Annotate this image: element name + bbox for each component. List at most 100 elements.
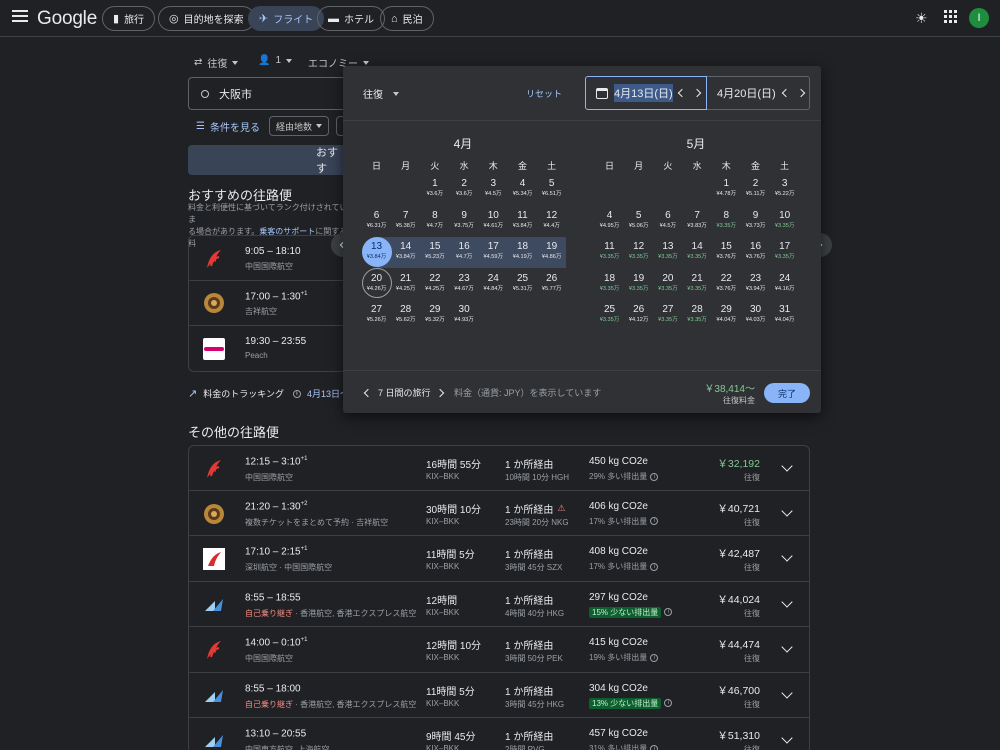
trip-type-select[interactable]: ⇄ 往復 xyxy=(194,55,239,70)
flight-row[interactable]: 12:15 – 3:10+1 中国国際航空 16時間 55分 KIX–BKK 1 か所経… xyxy=(188,445,810,491)
info-icon[interactable]: i xyxy=(650,562,659,571)
calendar-day[interactable]: 1 ¥3.6万 xyxy=(420,178,449,198)
calendar-day[interactable]: 19 ¥4.86万 xyxy=(537,241,566,261)
calendar-day[interactable]: 10 ¥4.61万 xyxy=(479,210,508,230)
calendar-day[interactable]: 28 ¥3.35万 xyxy=(683,304,712,324)
calendar-day[interactable]: 5 ¥5.06万 xyxy=(624,210,653,230)
chevron-right-icon[interactable] xyxy=(692,88,702,98)
reset-button[interactable]: リセット xyxy=(526,87,562,100)
calendar-day[interactable]: 28 ¥5.62万 xyxy=(391,304,420,324)
calendar-day[interactable]: 7 ¥3.83万 xyxy=(683,210,712,230)
info-icon[interactable]: i xyxy=(650,472,659,481)
flight-row[interactable]: 17:10 – 2:15+1 深圳航空 · 中国国際航空 11時間 5分 KIX–BK… xyxy=(188,536,810,582)
calendar-day[interactable]: 17 ¥3.35万 xyxy=(770,241,799,261)
calendar-day[interactable]: 22 ¥4.25万 xyxy=(420,273,449,293)
info-icon[interactable]: i xyxy=(650,653,659,662)
best-flight-row[interactable]: 17:00 – 1:30+1 吉祥航空 xyxy=(189,281,349,326)
nav-chip-4[interactable]: ⌂ 民泊 xyxy=(380,6,434,31)
flight-row[interactable]: 8:55 – 18:00 自己乗り継ぎ · 香港航空, 香港エクスプレス航空 11時… xyxy=(188,672,810,718)
expand-chevron-icon[interactable] xyxy=(781,732,793,744)
depart-date-field[interactable]: 4月13日(日) xyxy=(585,76,707,110)
calendar-day[interactable]: 27 ¥5.26万 xyxy=(362,304,391,324)
calendar-day[interactable]: 31 ¥4.04万 xyxy=(770,304,799,324)
flight-row[interactable]: 13:10 – 20:55 中国東方航空, 上海航空 9時間 45分 KIX–BKK 1… xyxy=(188,718,810,750)
calendar-day[interactable]: 16 ¥3.76万 xyxy=(741,241,770,261)
calendar-day[interactable]: 29 ¥4.04万 xyxy=(712,304,741,324)
stops-filter[interactable]: 経由地数 xyxy=(269,116,330,136)
calendar-day[interactable]: 15 ¥3.76万 xyxy=(712,241,741,261)
calendar-day[interactable]: 23 ¥4.67万 xyxy=(450,273,479,293)
picker-trip-type-select[interactable]: 往復 xyxy=(363,86,399,101)
calendar-day[interactable]: 20 ¥3.35万 xyxy=(653,273,682,293)
calendar-day[interactable]: 6 ¥4.5万 xyxy=(653,210,682,230)
done-button[interactable]: 完了 xyxy=(764,383,810,403)
calendar-day[interactable]: 11 ¥3.35万 xyxy=(595,241,624,261)
calendar-day[interactable]: 3 ¥4.5万 xyxy=(479,178,508,198)
calendar-day[interactable]: 26 ¥5.77万 xyxy=(537,273,566,293)
expand-chevron-icon[interactable] xyxy=(781,595,793,608)
calendar-day[interactable]: 24 ¥4.16万 xyxy=(770,273,799,293)
flight-row[interactable]: 14:00 – 0:10+1 中国国際航空 12時間 10分 KIX–BKK 1 か所経… xyxy=(188,627,810,673)
chevron-right-icon[interactable] xyxy=(796,88,806,98)
best-flight-row[interactable]: 9:05 – 18:10 中国国際航空 xyxy=(189,236,349,281)
return-date-field[interactable]: 4月20日(日) xyxy=(707,76,810,110)
calendar-day[interactable]: 8 ¥4.7万 xyxy=(420,210,449,230)
calendar-day[interactable]: 27 ¥3.35万 xyxy=(653,304,682,324)
calendar-day[interactable]: 20 ¥4.26万 xyxy=(362,273,391,293)
next-duration-icon[interactable] xyxy=(435,388,445,398)
prev-duration-icon[interactable] xyxy=(363,388,373,398)
calendar-day[interactable]: 8 ¥3.35万 xyxy=(712,210,741,230)
calendar-day[interactable]: 4 ¥4.95万 xyxy=(595,210,624,230)
calendar-day[interactable]: 21 ¥3.35万 xyxy=(683,273,712,293)
menu-icon[interactable] xyxy=(12,10,28,24)
best-flight-row[interactable]: 19:30 – 23:55 Peach xyxy=(189,326,349,371)
passengers-select[interactable]: 👤 1 xyxy=(258,55,293,66)
calendar-day[interactable]: 4 ¥5.34万 xyxy=(508,178,537,198)
explore-button[interactable]: おすす xyxy=(188,145,348,175)
apps-grid-icon[interactable] xyxy=(944,10,957,26)
calendar-day[interactable]: 24 ¥4.84万 xyxy=(479,273,508,293)
calendar-day[interactable]: 5 ¥6.51万 xyxy=(537,178,566,198)
expand-chevron-icon[interactable] xyxy=(781,504,793,517)
calendar-day[interactable]: 21 ¥4.25万 xyxy=(391,273,420,293)
calendar-day[interactable]: 9 ¥3.73万 xyxy=(741,210,770,230)
calendar-day[interactable]: 6 ¥6.31万 xyxy=(362,210,391,230)
nav-chip-0[interactable]: ▮ 旅行 xyxy=(102,6,156,31)
calendar-day[interactable]: 25 ¥5.31万 xyxy=(508,273,537,293)
info-icon[interactable]: i xyxy=(664,699,673,708)
calendar-day[interactable]: 15 ¥5.23万 xyxy=(420,241,449,261)
expand-chevron-icon[interactable] xyxy=(781,460,793,472)
expand-chevron-icon[interactable] xyxy=(781,641,793,653)
nav-chip-2[interactable]: ✈ フライト xyxy=(248,6,325,31)
filters-button[interactable]: ☰ 条件を見る xyxy=(196,119,260,134)
info-icon[interactable]: i xyxy=(650,517,659,526)
calendar-day[interactable]: 25 ¥3.35万 xyxy=(595,304,624,324)
calendar-day[interactable]: 16 ¥4.7万 xyxy=(450,241,479,261)
info-icon[interactable]: i xyxy=(650,744,659,750)
flight-row[interactable]: 21:20 – 1:30+2 複数チケットをまとめて予約 · 吉祥航空 30時間 1… xyxy=(188,490,810,536)
calendar-day[interactable]: 7 ¥5.38万 xyxy=(391,210,420,230)
calendar-day[interactable]: 30 ¥4.93万 xyxy=(450,304,479,324)
calendar-day[interactable]: 10 ¥3.35万 xyxy=(770,210,799,230)
flight-row[interactable]: 8:55 – 18:55 自己乗り継ぎ · 香港航空, 香港エクスプレス航空 12時… xyxy=(188,581,810,627)
avatar[interactable]: I xyxy=(969,8,989,28)
calendar-day[interactable]: 22 ¥3.76万 xyxy=(712,273,741,293)
calendar-day[interactable]: 2 ¥5.11万 xyxy=(741,178,770,198)
calendar-day[interactable]: 13 ¥3.35万 xyxy=(653,241,682,261)
calendar-day[interactable]: 23 ¥3.94万 xyxy=(741,273,770,293)
calendar-day[interactable]: 1 ¥4.78万 xyxy=(712,178,741,198)
expand-chevron-icon[interactable] xyxy=(781,550,793,562)
calendar-day[interactable]: 18 ¥3.35万 xyxy=(595,273,624,293)
google-logo[interactable]: Google xyxy=(37,8,97,30)
info-icon[interactable]: i xyxy=(292,389,301,398)
calendar-day[interactable]: 2 ¥3.6万 xyxy=(450,178,479,198)
calendar-day[interactable]: 11 ¥3.84万 xyxy=(508,210,537,230)
calendar-day[interactable]: 12 ¥3.35万 xyxy=(624,241,653,261)
calendar-day[interactable]: 30 ¥4.03万 xyxy=(741,304,770,324)
origin-input[interactable]: 大阪市 xyxy=(188,77,348,110)
nav-chip-3[interactable]: ▬ ホテル xyxy=(317,6,385,31)
price-tracking[interactable]: ↗ 料金のトラッキング i 4月13日～ xyxy=(188,387,349,400)
calendar-day[interactable]: 29 ¥5.32万 xyxy=(420,304,449,324)
calendar-day[interactable]: 9 ¥3.75万 xyxy=(450,210,479,230)
calendar-day[interactable]: 14 ¥3.35万 xyxy=(683,241,712,261)
